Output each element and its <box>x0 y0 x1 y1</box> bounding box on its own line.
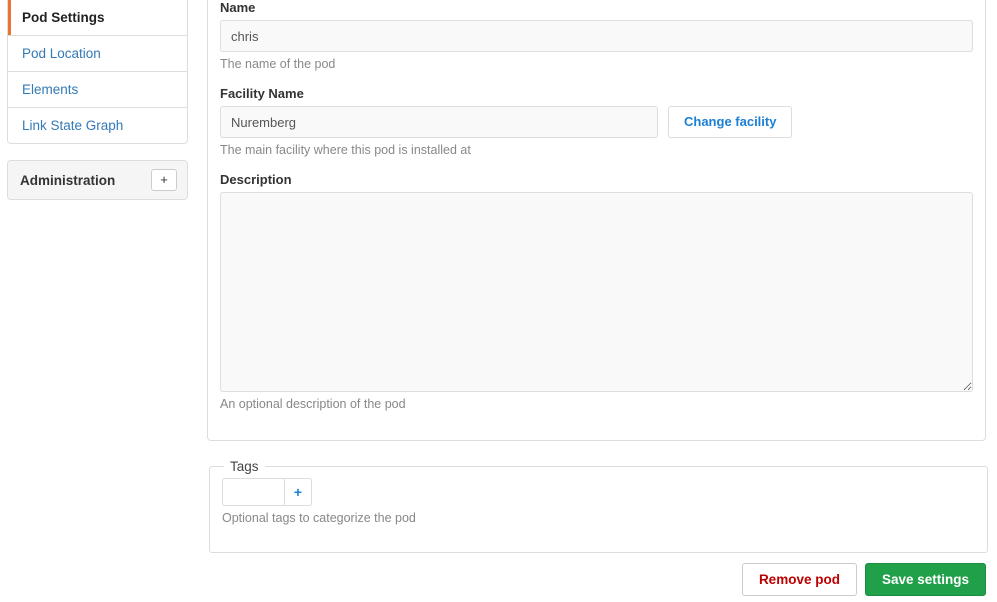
facility-input[interactable] <box>220 106 658 138</box>
facility-help-text: The main facility where this pod is inst… <box>220 143 471 157</box>
facility-form-group: Facility Name Change facility The main f… <box>220 86 973 158</box>
description-label: Description <box>220 172 292 187</box>
tag-input[interactable] <box>222 478 284 506</box>
facility-label: Facility Name <box>220 86 304 101</box>
administration-header: Administration + <box>8 161 187 199</box>
save-settings-button[interactable]: Save settings <box>864 563 986 596</box>
sidebar-item-link-state-graph[interactable]: Link State Graph <box>8 107 187 143</box>
sidebar-item-pod-settings[interactable]: Pod Settings <box>8 0 187 35</box>
facility-input-row: Change facility <box>220 106 973 138</box>
tags-fieldset: Tags + Optional tags to categorize the p… <box>209 459 988 553</box>
sidebar: Pod Settings Pod Location Elements Link … <box>7 0 188 200</box>
change-facility-button[interactable]: Change facility <box>668 106 793 138</box>
name-input[interactable] <box>220 20 973 52</box>
administration-panel: Administration + <box>7 160 188 200</box>
main-content: Name The name of the pod Facility Name C… <box>207 0 988 553</box>
administration-title: Administration <box>20 172 116 188</box>
form-actions: Remove pod Save settings <box>741 563 986 596</box>
description-help-text: An optional description of the pod <box>220 397 406 411</box>
description-textarea[interactable] <box>220 192 973 392</box>
description-form-group: Description An optional description of t… <box>220 172 973 412</box>
plus-icon[interactable]: + <box>284 478 312 506</box>
name-form-group: Name The name of the pod <box>220 0 973 72</box>
tags-help-text: Optional tags to categorize the pod <box>222 511 416 525</box>
sidebar-item-label: Pod Settings <box>22 10 105 25</box>
sidebar-item-pod-location[interactable]: Pod Location <box>8 35 187 71</box>
sidebar-nav-list: Pod Settings Pod Location Elements Link … <box>7 0 188 144</box>
sidebar-item-label: Pod Location <box>22 46 101 61</box>
sidebar-item-elements[interactable]: Elements <box>8 71 187 107</box>
tags-legend: Tags <box>230 459 259 474</box>
pod-settings-panel: Name The name of the pod Facility Name C… <box>207 0 986 441</box>
name-help-text: The name of the pod <box>220 57 336 71</box>
plus-icon[interactable]: + <box>151 169 177 191</box>
sidebar-item-label: Link State Graph <box>22 118 124 133</box>
sidebar-item-label: Elements <box>22 82 79 97</box>
tags-input-group: + <box>222 478 312 506</box>
remove-pod-button[interactable]: Remove pod <box>741 563 857 596</box>
name-label: Name <box>220 0 256 15</box>
pod-settings-page: Pod Settings Pod Location Elements Link … <box>0 0 997 602</box>
